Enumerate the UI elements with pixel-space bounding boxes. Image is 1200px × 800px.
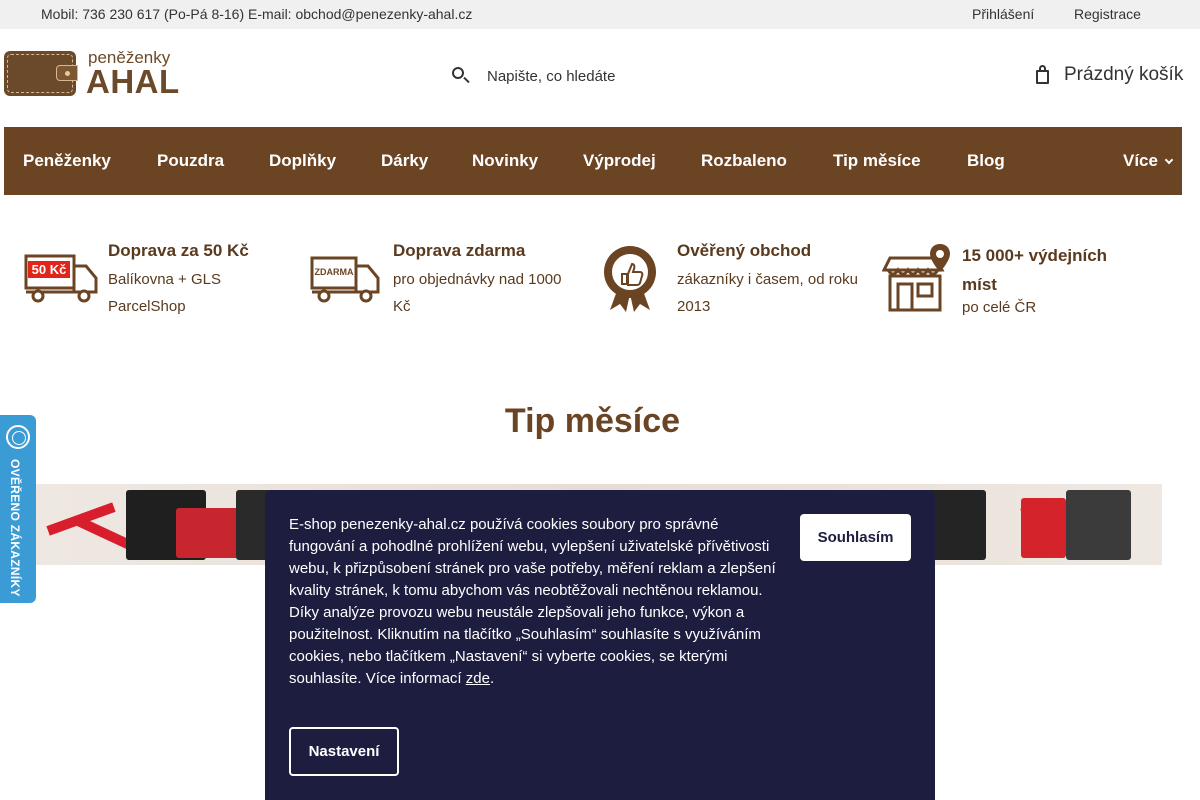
benefit-title: Doprava zdarma <box>393 241 526 260</box>
nav-item-novinky[interactable]: Novinky <box>472 151 538 171</box>
wallet-logo-icon <box>4 51 78 96</box>
nav-item-more[interactable]: Více <box>1123 151 1174 171</box>
chevron-down-icon <box>1164 155 1174 165</box>
benefit-title: Ověřený obchod <box>677 241 812 260</box>
nav-item-blog[interactable]: Blog <box>967 151 1005 171</box>
logo-title: AHAL <box>86 63 180 100</box>
nav-item-doplnky[interactable]: Doplňky <box>269 151 336 171</box>
cookie-more-link[interactable]: zde <box>466 670 490 687</box>
top-bar: Mobil: 736 230 617 (Po-Pá 8-16) E-mail: … <box>0 0 1200 29</box>
cookie-text: E-shop penezenky-ahal.cz používá cookies… <box>289 516 776 687</box>
section-title: Tip měsíce <box>504 402 681 440</box>
truck-50-label: 50 Kč <box>32 262 67 277</box>
nav-item-pouzdra[interactable]: Pouzdra <box>157 151 224 171</box>
nav-item-tip-mesice[interactable]: Tip měsíce <box>833 151 921 171</box>
truck-free-icon: ZDARMA <box>310 256 380 303</box>
gift-box-image <box>1021 498 1066 558</box>
benefit-title: 15 000+ výdejních míst <box>962 246 1108 294</box>
site-logo[interactable]: peněženky AHAL <box>4 48 188 100</box>
cookie-message: E-shop penezenky-ahal.cz používá cookies… <box>289 514 779 690</box>
truck-50-icon: 50 Kč <box>24 254 98 303</box>
verified-by-customers-badge[interactable]: OVĚŘENO ZÁKAZNÍKY <box>0 415 36 603</box>
nav-more-label: Více <box>1123 151 1158 170</box>
cookie-agree-button[interactable]: Souhlasím <box>800 514 911 561</box>
cart-icon <box>1034 64 1052 86</box>
main-navigation: Peněženky Pouzdra Doplňky Dárky Novinky … <box>4 127 1182 195</box>
award-icon <box>604 246 656 312</box>
register-link[interactable]: Registrace <box>1074 6 1141 22</box>
cart-label: Prázdný košík <box>1064 64 1184 85</box>
search-input[interactable]: Napište, co hledáte <box>487 68 615 85</box>
benefit-title: Doprava za 50 Kč <box>108 241 249 260</box>
badge-label: OVĚŘENO ZÁKAZNÍKY <box>8 459 22 597</box>
cart-button[interactable]: Prázdný košík <box>1034 64 1183 86</box>
cookie-text-end: . <box>489 670 495 687</box>
store-location-icon <box>882 244 950 312</box>
cookie-settings-button[interactable]: Nastavení <box>289 727 399 776</box>
nav-item-darky[interactable]: Dárky <box>381 151 428 171</box>
gift-box-image <box>1066 490 1131 560</box>
truck-free-label: ZDARMA <box>315 267 354 277</box>
nav-item-vyprodej[interactable]: Výprodej <box>583 151 656 171</box>
nav-item-rozbaleno[interactable]: Rozbaleno <box>701 151 787 171</box>
cookie-consent: E-shop penezenky-ahal.cz používá cookies… <box>265 490 935 800</box>
benefit-desc: pro objednávky nad 1000 Kč <box>393 271 562 315</box>
verified-seal-icon <box>6 425 30 449</box>
gift-box-image <box>176 508 241 558</box>
search-box[interactable]: Napište, co hledáte <box>450 62 615 90</box>
search-icon[interactable] <box>450 65 472 87</box>
benefit-desc: zákazníky i časem, od roku 2013 <box>677 271 858 315</box>
login-link[interactable]: Přihlášení <box>972 6 1034 22</box>
benefit-desc: po celé ČR <box>962 299 1037 316</box>
benefit-desc: Balíkovna + GLS ParcelShop <box>108 271 221 315</box>
nav-item-penezenky[interactable]: Peněženky <box>23 151 111 171</box>
contact-info: Mobil: 736 230 617 (Po-Pá 8-16) E-mail: … <box>41 6 473 22</box>
